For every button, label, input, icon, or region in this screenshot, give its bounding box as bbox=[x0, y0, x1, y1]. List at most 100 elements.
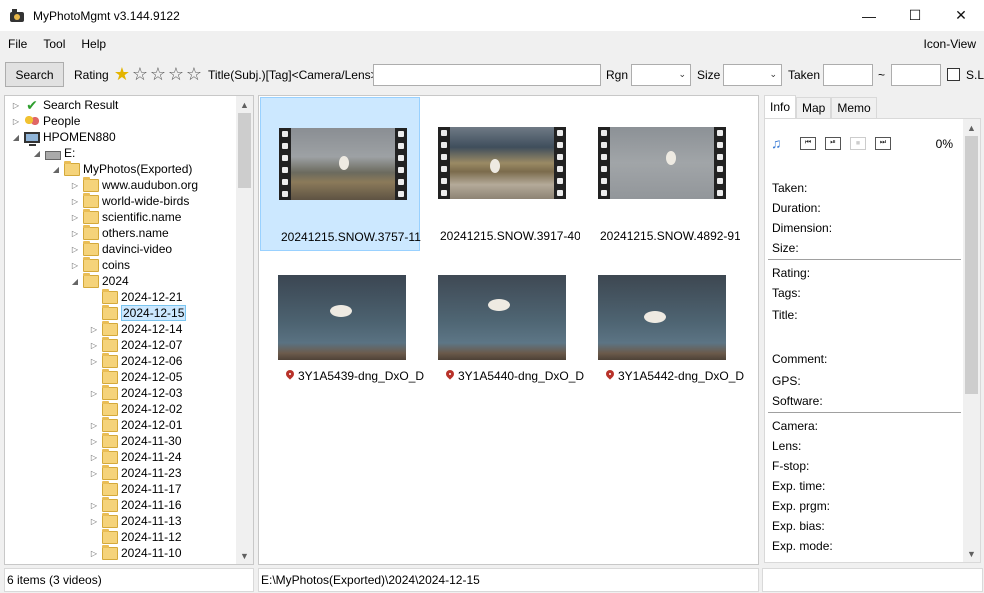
tree-item[interactable]: ▷ 2024-11-10 bbox=[89, 544, 182, 561]
collapsed-arrow-icon[interactable]: ▷ bbox=[89, 469, 99, 478]
tree-item[interactable]: ▷ 2024-11-13 bbox=[89, 512, 182, 529]
tree-item[interactable]: 2024-12-15 bbox=[89, 304, 187, 321]
scroll-down-icon[interactable]: ▼ bbox=[963, 545, 980, 562]
search-button[interactable]: Search bbox=[5, 62, 64, 87]
star-icon[interactable]: ☆ bbox=[167, 65, 185, 83]
people-icon bbox=[24, 114, 40, 128]
tree-item[interactable]: ▷ 2024-11-24 bbox=[89, 448, 182, 465]
collapsed-arrow-icon[interactable]: ▷ bbox=[89, 421, 99, 430]
tree-item[interactable]: ◢ E: bbox=[32, 145, 75, 161]
scroll-up-icon[interactable]: ▲ bbox=[963, 119, 980, 136]
collapsed-arrow-icon[interactable]: ▷ bbox=[70, 229, 80, 238]
star-icon[interactable]: ☆ bbox=[149, 65, 167, 83]
thumbnail-item[interactable]: 20241215.SNOW.4892-91 bbox=[580, 97, 740, 251]
tree-item[interactable]: ▷ 2024-11-30 bbox=[89, 432, 182, 449]
tree-item[interactable]: 2024-11-12 bbox=[89, 528, 182, 545]
tree-item[interactable]: ▷ ✔ Search Result bbox=[11, 97, 118, 113]
folder-icon bbox=[102, 384, 118, 400]
size-select[interactable]: ⌄ bbox=[723, 64, 782, 86]
title-filter-input[interactable] bbox=[373, 64, 601, 86]
collapsed-arrow-icon[interactable]: ▷ bbox=[89, 501, 99, 510]
star-icon[interactable]: ★ bbox=[113, 65, 131, 83]
collapsed-arrow-icon[interactable]: ▷ bbox=[70, 213, 80, 222]
close-button[interactable]: ✕ bbox=[938, 0, 984, 31]
star-icon[interactable]: ☆ bbox=[131, 65, 149, 83]
thumbnail-item[interactable]: 20241215.SNOW.3757-11 bbox=[260, 97, 421, 251]
tree-item[interactable]: ▷ www.audubon.org bbox=[70, 176, 198, 193]
collapsed-arrow-icon[interactable]: ▷ bbox=[70, 245, 80, 254]
view-mode-menu[interactable]: Icon-View bbox=[924, 37, 976, 51]
tree-item[interactable]: 2024-11-17 bbox=[89, 480, 182, 497]
prev-icon[interactable]: ⏮ bbox=[800, 136, 816, 150]
tree-item[interactable]: ▷ 2024-12-03 bbox=[89, 384, 182, 401]
tree-item[interactable]: ▷ 2024-12-07 bbox=[89, 336, 182, 353]
tab-map[interactable]: Map bbox=[796, 97, 832, 118]
collapsed-arrow-icon[interactable]: ▷ bbox=[70, 181, 80, 190]
scrollbar-thumb[interactable] bbox=[965, 136, 978, 394]
expanded-arrow-icon[interactable]: ◢ bbox=[11, 133, 21, 142]
collapsed-arrow-icon[interactable]: ▷ bbox=[89, 517, 99, 526]
folder-icon bbox=[102, 416, 118, 432]
thumbnail-item[interactable]: 20241215.SNOW.3917-40 bbox=[420, 97, 580, 251]
expanded-arrow-icon[interactable]: ◢ bbox=[32, 149, 42, 158]
thumbnail-item[interactable]: 3Y1A5440-dng_DxO_D bbox=[420, 257, 584, 411]
thumbnail-item[interactable]: 3Y1A5439-dng_DxO_D bbox=[260, 257, 424, 411]
maximize-button[interactable]: ☐ bbox=[892, 0, 938, 31]
thumbnail-item[interactable]: 3Y1A5442-dng_DxO_D bbox=[580, 257, 744, 411]
taken-from-input[interactable] bbox=[823, 64, 873, 86]
region-select[interactable]: ⌄ bbox=[631, 64, 691, 86]
photo-thumbnail bbox=[438, 275, 566, 360]
tree-item[interactable]: ◢ HPOMEN880 bbox=[11, 129, 116, 146]
tree-item[interactable]: 2024-12-02 bbox=[89, 400, 182, 417]
info-scrollbar[interactable]: ▲ ▼ bbox=[963, 119, 980, 562]
collapsed-arrow-icon[interactable]: ▷ bbox=[89, 357, 99, 366]
tree-item[interactable]: ▷ People bbox=[11, 113, 80, 129]
star-icon[interactable]: ☆ bbox=[185, 65, 203, 83]
menu-tool[interactable]: Tool bbox=[35, 37, 73, 51]
taken-to-input[interactable] bbox=[891, 64, 941, 86]
tree-item[interactable]: ▷ davinci-video bbox=[70, 240, 172, 257]
tree-item[interactable]: ▷ scientific.name bbox=[70, 208, 181, 225]
collapsed-arrow-icon[interactable]: ▷ bbox=[89, 549, 99, 558]
next-icon[interactable]: ⏭ bbox=[875, 136, 891, 150]
tree-item[interactable]: ▷ others.name bbox=[70, 224, 169, 241]
tree-scrollbar[interactable]: ▲ ▼ bbox=[236, 96, 253, 564]
minimize-button[interactable]: — bbox=[846, 0, 892, 31]
collapsed-arrow-icon[interactable]: ▷ bbox=[11, 101, 21, 110]
info-field-label: Lens: bbox=[772, 439, 802, 453]
tree-item[interactable]: ▷ 2024-12-06 bbox=[89, 352, 182, 369]
collapsed-arrow-icon[interactable]: ▷ bbox=[70, 197, 80, 206]
tree-item[interactable]: ▷ 2024-11-16 bbox=[89, 496, 182, 513]
scrollbar-thumb[interactable] bbox=[238, 113, 251, 188]
menu-help[interactable]: Help bbox=[73, 37, 114, 51]
thumbnail-name-text: 20241215.SNOW.3757-11 bbox=[281, 230, 421, 244]
play-pause-icon[interactable]: ⏯ bbox=[825, 136, 841, 150]
tree-item[interactable]: ◢ 2024 bbox=[70, 272, 129, 289]
tree-item[interactable]: ▷ world-wide-birds bbox=[70, 192, 190, 209]
sl-checkbox[interactable] bbox=[947, 68, 960, 81]
expanded-arrow-icon[interactable]: ◢ bbox=[51, 165, 61, 174]
tree-item-label: Search Result bbox=[43, 98, 119, 112]
collapsed-arrow-icon[interactable]: ▷ bbox=[89, 341, 99, 350]
collapsed-arrow-icon[interactable]: ▷ bbox=[89, 389, 99, 398]
stop-icon[interactable]: ■ bbox=[850, 136, 866, 150]
tree-item[interactable]: ▷ 2024-12-14 bbox=[89, 320, 182, 337]
tree-item[interactable]: 2024-12-21 bbox=[89, 288, 182, 305]
collapsed-arrow-icon[interactable]: ▷ bbox=[89, 437, 99, 446]
expanded-arrow-icon[interactable]: ◢ bbox=[70, 277, 80, 286]
tree-item[interactable]: ▷ 2024-12-01 bbox=[89, 416, 182, 433]
tree-item[interactable]: ▷ coins bbox=[70, 256, 130, 273]
scroll-down-icon[interactable]: ▼ bbox=[236, 547, 253, 564]
tree-item-label: world-wide-birds bbox=[102, 194, 190, 208]
collapsed-arrow-icon[interactable]: ▷ bbox=[89, 325, 99, 334]
tab-info[interactable]: Info bbox=[764, 95, 797, 118]
tab-memo[interactable]: Memo bbox=[831, 97, 877, 118]
collapsed-arrow-icon[interactable]: ▷ bbox=[11, 117, 21, 126]
tree-item[interactable]: 2024-12-05 bbox=[89, 368, 182, 385]
tree-item[interactable]: ▷ 2024-11-23 bbox=[89, 464, 182, 481]
menu-file[interactable]: File bbox=[0, 37, 35, 51]
tree-item[interactable]: ◢ MyPhotos(Exported) bbox=[51, 160, 192, 177]
scroll-up-icon[interactable]: ▲ bbox=[236, 96, 253, 113]
collapsed-arrow-icon[interactable]: ▷ bbox=[89, 453, 99, 462]
collapsed-arrow-icon[interactable]: ▷ bbox=[70, 261, 80, 270]
